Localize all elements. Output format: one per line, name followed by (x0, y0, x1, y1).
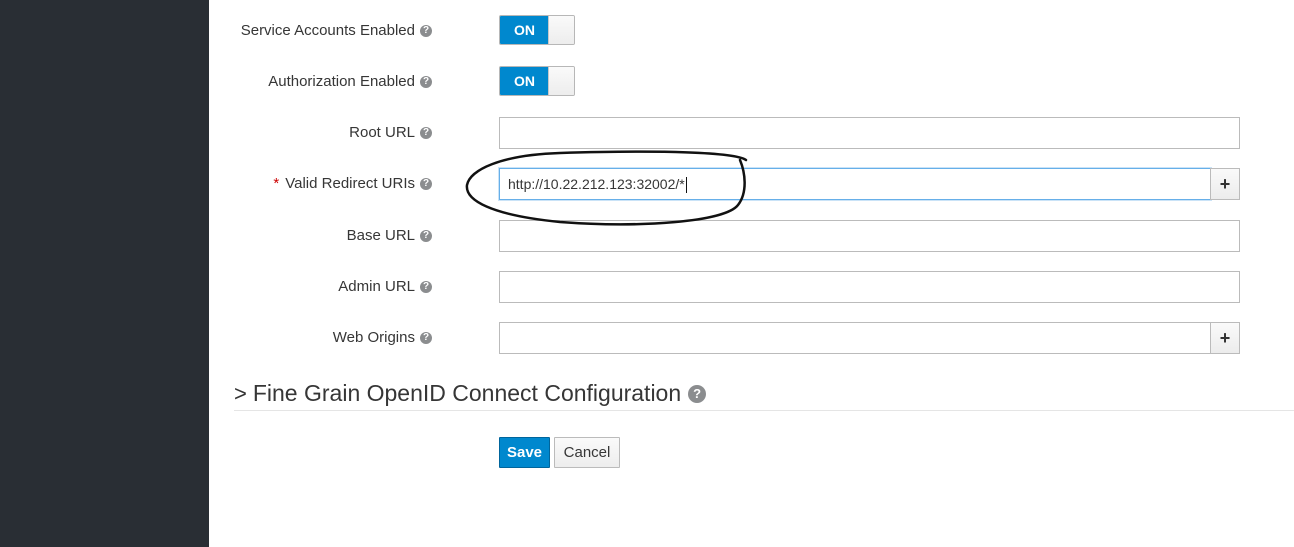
save-button[interactable]: Save (499, 437, 550, 468)
web-origins-label-wrap: Web Origins ? (333, 322, 432, 354)
root-url-label-wrap: Root URL ? (349, 117, 432, 149)
valid-redirect-input[interactable]: http://10.22.212.123:32002/* (499, 168, 1211, 200)
service-accounts-label-wrap: Service Accounts Enabled ? (241, 15, 432, 47)
toggle-on-label: ON (500, 67, 549, 95)
base-url-input[interactable] (499, 220, 1240, 252)
toggle-on-label: ON (500, 16, 549, 44)
add-redirect-uri-button[interactable]: + (1210, 168, 1240, 200)
required-marker: * (273, 175, 280, 192)
help-icon[interactable]: ? (420, 127, 432, 139)
add-web-origin-button[interactable]: + (1210, 322, 1240, 354)
authorization-label-wrap: Authorization Enabled ? (268, 66, 432, 98)
cancel-button[interactable]: Cancel (554, 437, 620, 468)
help-icon[interactable]: ? (420, 178, 432, 190)
admin-url-row: Admin URL ? (209, 271, 1294, 303)
root-url-input[interactable] (499, 117, 1240, 149)
help-icon[interactable]: ? (420, 25, 432, 37)
help-icon[interactable]: ? (420, 76, 432, 88)
chevron-right-icon: > (234, 380, 247, 406)
valid-redirect-label: Valid Redirect URIs (285, 175, 415, 192)
base-url-label: Base URL (346, 227, 415, 244)
root-url-row: Root URL ? (209, 117, 1294, 149)
sidebar (0, 0, 209, 547)
help-icon[interactable]: ? (420, 281, 432, 293)
admin-url-input[interactable] (499, 271, 1240, 303)
admin-url-label-wrap: Admin URL ? (338, 271, 432, 303)
plus-icon: + (1219, 327, 1231, 348)
admin-url-label: Admin URL (338, 278, 415, 295)
web-origins-input[interactable] (499, 322, 1211, 354)
root-url-label: Root URL (349, 124, 415, 141)
help-icon[interactable]: ? (688, 384, 707, 403)
web-origins-row: Web Origins ? + (209, 322, 1294, 354)
help-icon[interactable]: ? (420, 332, 432, 344)
base-url-row: Base URL ? (209, 220, 1294, 252)
authorization-label: Authorization Enabled (268, 73, 415, 90)
service-accounts-label: Service Accounts Enabled (240, 22, 415, 39)
fine-grain-section-header[interactable]: > Fine Grain OpenID Connect Configuratio… (234, 377, 1294, 411)
help-icon[interactable]: ? (420, 230, 432, 242)
valid-redirect-value: http://10.22.212.123:32002/* (508, 176, 685, 192)
valid-redirect-row: * Valid Redirect URIs ? http://10.22.212… (209, 168, 1294, 200)
toggle-knob (548, 16, 574, 44)
authorization-row: Authorization Enabled ? ON (209, 66, 1294, 98)
valid-redirect-label-wrap: * Valid Redirect URIs ? (273, 168, 432, 200)
plus-icon: + (1219, 173, 1231, 194)
base-url-label-wrap: Base URL ? (347, 220, 432, 252)
service-accounts-row: Service Accounts Enabled ? ON (209, 15, 1294, 47)
web-origins-label: Web Origins (332, 329, 415, 346)
section-title: Fine Grain OpenID Connect Configuration (252, 380, 682, 406)
toggle-knob (548, 67, 574, 95)
text-caret (685, 177, 687, 194)
authorization-toggle[interactable]: ON (499, 66, 575, 96)
service-accounts-toggle[interactable]: ON (499, 15, 575, 45)
